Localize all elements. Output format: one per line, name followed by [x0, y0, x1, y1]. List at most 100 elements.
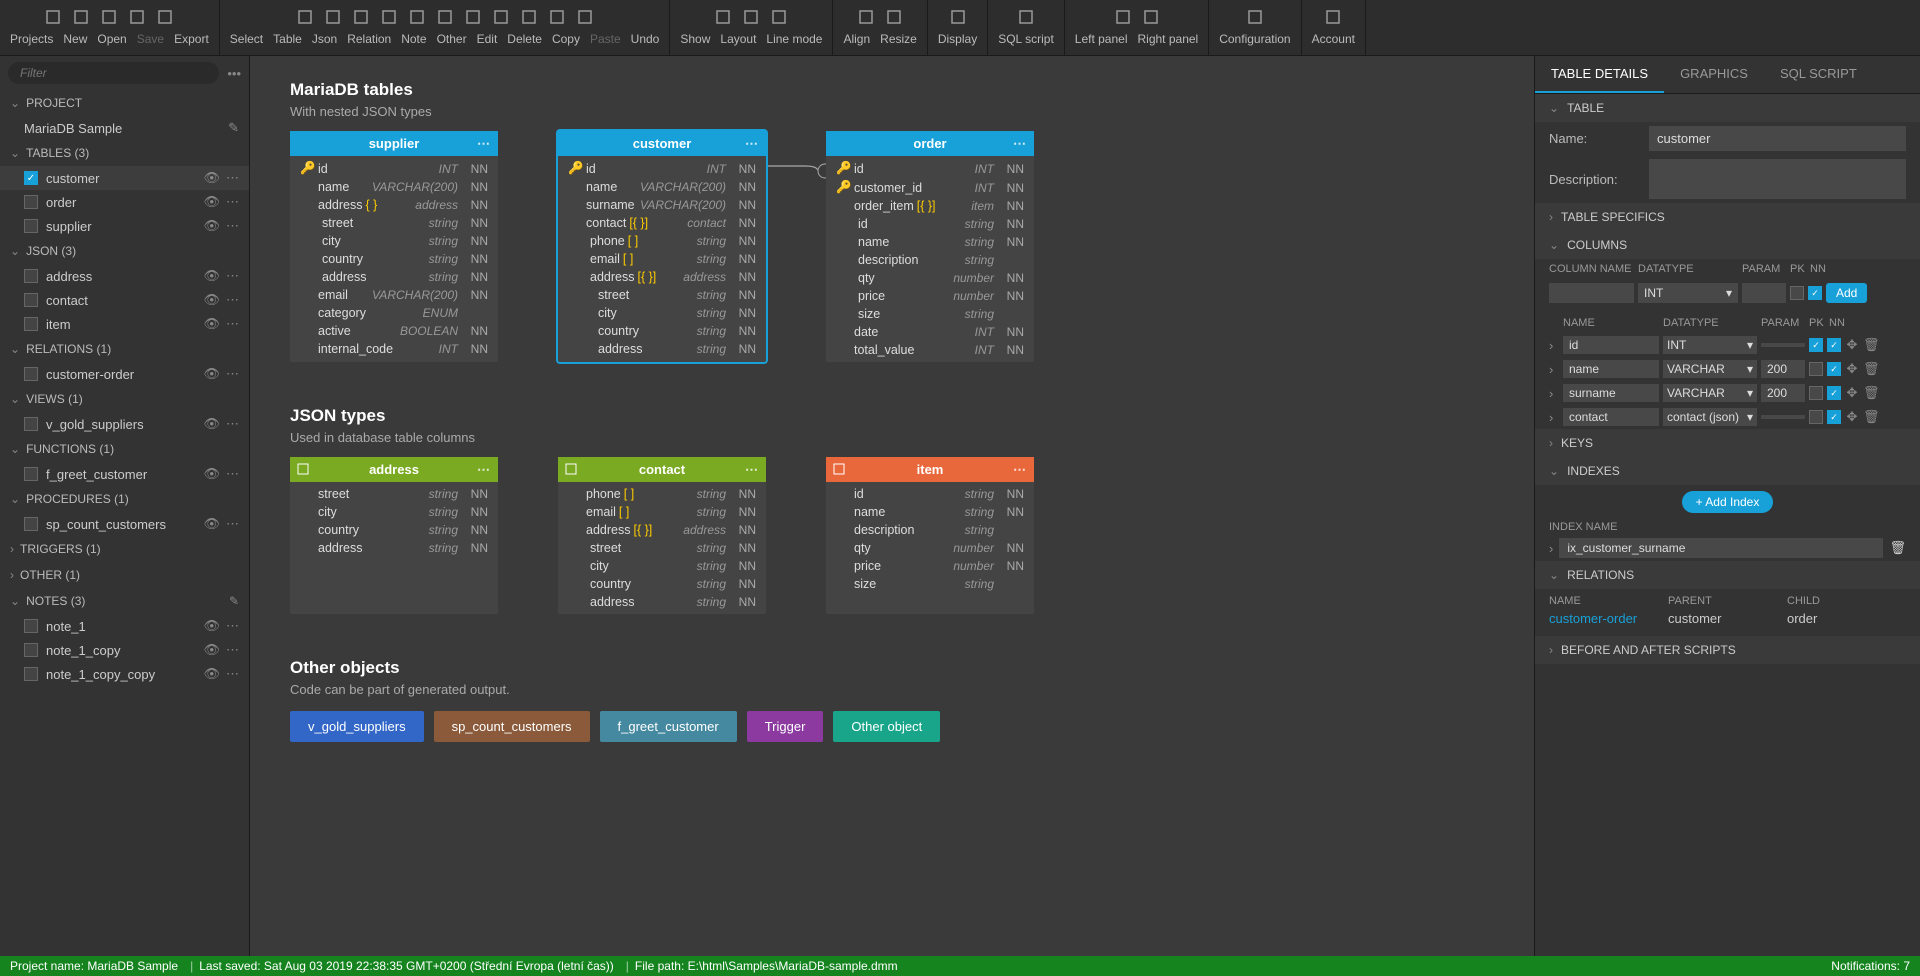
toolbar-label-relation[interactable]: Relation: [343, 30, 395, 48]
col-name-input[interactable]: id: [1563, 336, 1659, 354]
col-nn-checkbox[interactable]: ✓: [1827, 338, 1841, 352]
entity-row[interactable]: addressstringNN: [558, 593, 766, 611]
col-datatype-select[interactable]: contact (json)▾: [1663, 408, 1757, 426]
script-icon[interactable]: [1013, 4, 1039, 30]
tree-item-contact[interactable]: contact👁⋯: [0, 288, 249, 312]
entity-row[interactable]: idstringNN: [826, 485, 1034, 503]
toolbar-label-align[interactable]: Align: [839, 30, 874, 48]
toolbar-label-copy[interactable]: Copy: [548, 30, 584, 48]
expand-icon[interactable]: ›: [1549, 410, 1559, 425]
entity-header[interactable]: order⋯: [826, 131, 1034, 156]
entity-header[interactable]: item⋯: [826, 457, 1034, 482]
col-pk-checkbox[interactable]: [1809, 386, 1823, 400]
entity-row[interactable]: addressstringNN: [290, 539, 498, 557]
right-panel-icon[interactable]: [1138, 4, 1164, 30]
entity-header[interactable]: address⋯: [290, 457, 498, 482]
entity-row[interactable]: addressstringNN: [290, 268, 498, 286]
entity-row[interactable]: email[ ]stringNN: [558, 250, 766, 268]
add-col-button[interactable]: Add: [1826, 283, 1867, 303]
toolbar-label-table[interactable]: Table: [269, 30, 306, 48]
entity-row[interactable]: citystringNN: [558, 304, 766, 322]
move-icon[interactable]: ✥: [1845, 385, 1859, 401]
toolbar-label-layout[interactable]: Layout: [716, 30, 760, 48]
note-icon[interactable]: [404, 4, 430, 30]
col-param-input[interactable]: 200: [1761, 384, 1805, 402]
entity-row[interactable]: qtynumberNN: [826, 539, 1034, 557]
toolbar-label-paste[interactable]: Paste: [586, 30, 625, 48]
entity-row[interactable]: addressstringNN: [558, 340, 766, 358]
grid-icon[interactable]: [738, 4, 764, 30]
col-datatype-select[interactable]: INT▾: [1663, 336, 1757, 354]
entity-row[interactable]: surnameVARCHAR(200)NN: [558, 196, 766, 214]
entity-address[interactable]: address⋯streetstringNNcitystringNNcountr…: [290, 457, 498, 614]
toolbar-label-edit[interactable]: Edit: [473, 30, 502, 48]
entity-supplier[interactable]: supplier⋯🔑idINTNNnameVARCHAR(200)NNaddre…: [290, 131, 498, 362]
entity-row[interactable]: nameVARCHAR(200)NN: [290, 178, 498, 196]
entity-contact[interactable]: contact⋯phone[ ]stringNNemail[ ]stringNN…: [558, 457, 766, 614]
toolbar-label-delete[interactable]: Delete: [503, 30, 546, 48]
tree-item-sp-count-customers[interactable]: sp_count_customers👁⋯: [0, 512, 249, 536]
tree-section-relations[interactable]: ⌄RELATIONS (1): [0, 336, 249, 362]
entity-row[interactable]: descriptionstring: [826, 251, 1034, 269]
tree-section-project[interactable]: ⌄PROJECT: [0, 90, 249, 116]
entity-row[interactable]: address{ }addressNN: [290, 196, 498, 214]
section-scripts[interactable]: ›BEFORE AND AFTER SCRIPTS: [1535, 636, 1920, 664]
filter-input[interactable]: [8, 62, 219, 84]
delete-icon[interactable]: 🗑: [1863, 361, 1877, 377]
entity-row[interactable]: idstringNN: [826, 215, 1034, 233]
entity-row[interactable]: activeBOOLEANNN: [290, 322, 498, 340]
section-table[interactable]: ⌄TABLE: [1535, 94, 1920, 122]
add-col-pk[interactable]: [1790, 286, 1804, 300]
col-nn-checkbox[interactable]: ✓: [1827, 386, 1841, 400]
toolbar-label-right-panel[interactable]: Right panel: [1134, 30, 1203, 48]
delete-icon[interactable]: 🗑: [1863, 409, 1877, 425]
entity-row[interactable]: citystringNN: [558, 557, 766, 575]
col-nn-checkbox[interactable]: ✓: [1827, 362, 1841, 376]
json-icon[interactable]: [348, 4, 374, 30]
gear-icon[interactable]: [1242, 4, 1268, 30]
toolbar-label-other[interactable]: Other: [433, 30, 471, 48]
entity-row[interactable]: pricenumberNN: [826, 287, 1034, 305]
tree-item-supplier[interactable]: supplier👁⋯: [0, 214, 249, 238]
status-notifications[interactable]: Notifications: 7: [1831, 959, 1910, 973]
object-sp-count-customers[interactable]: sp_count_customers: [434, 711, 590, 742]
resize-icon[interactable]: [881, 4, 907, 30]
entity-row[interactable]: 🔑customer_idINTNN: [826, 178, 1034, 197]
entity-row[interactable]: order_item[{ }]itemNN: [826, 197, 1034, 215]
export-icon[interactable]: [152, 4, 178, 30]
move-icon[interactable]: ✥: [1845, 409, 1859, 425]
delete-icon[interactable]: 🗑: [1889, 540, 1906, 556]
tree-item-item[interactable]: item👁⋯: [0, 312, 249, 336]
entity-header[interactable]: supplier⋯: [290, 131, 498, 156]
tree-item-address[interactable]: address👁⋯: [0, 264, 249, 288]
entity-row[interactable]: namestringNN: [826, 503, 1034, 521]
toolbar-label-resize[interactable]: Resize: [876, 30, 921, 48]
other-icon[interactable]: [432, 4, 458, 30]
copy-icon[interactable]: [516, 4, 542, 30]
entity-row[interactable]: streetstringNN: [290, 214, 498, 232]
tree-item-customer-order[interactable]: customer-order👁⋯: [0, 362, 249, 386]
col-name-input[interactable]: name: [1563, 360, 1659, 378]
entity-row[interactable]: emailVARCHAR(200)NN: [290, 286, 498, 304]
cursor-icon[interactable]: [292, 4, 318, 30]
col-pk-checkbox[interactable]: ✓: [1809, 338, 1823, 352]
object-f-greet-customer[interactable]: f_greet_customer: [600, 711, 737, 742]
save-icon[interactable]: [124, 4, 150, 30]
entity-row[interactable]: total_valueINTNN: [826, 341, 1034, 359]
line-icon[interactable]: [766, 4, 792, 30]
undo-icon[interactable]: [572, 4, 598, 30]
tree-item-note-1[interactable]: note_1👁⋯: [0, 614, 249, 638]
relation-link[interactable]: customer-order: [1549, 611, 1668, 626]
entity-row[interactable]: countrystringNN: [290, 250, 498, 268]
entity-row[interactable]: countrystringNN: [290, 521, 498, 539]
object-trigger[interactable]: Trigger: [747, 711, 824, 742]
col-pk-checkbox[interactable]: [1809, 362, 1823, 376]
edit-icon[interactable]: [460, 4, 486, 30]
add-col-datatype[interactable]: INT▾: [1638, 283, 1738, 303]
entity-row[interactable]: namestringNN: [826, 233, 1034, 251]
toolbar-label-line-mode[interactable]: Line mode: [762, 30, 826, 48]
col-datatype-select[interactable]: VARCHAR▾: [1663, 384, 1757, 402]
delete-icon[interactable]: 🗑: [1863, 337, 1877, 353]
left-panel-icon[interactable]: [1110, 4, 1136, 30]
more-icon[interactable]: •••: [227, 66, 241, 81]
